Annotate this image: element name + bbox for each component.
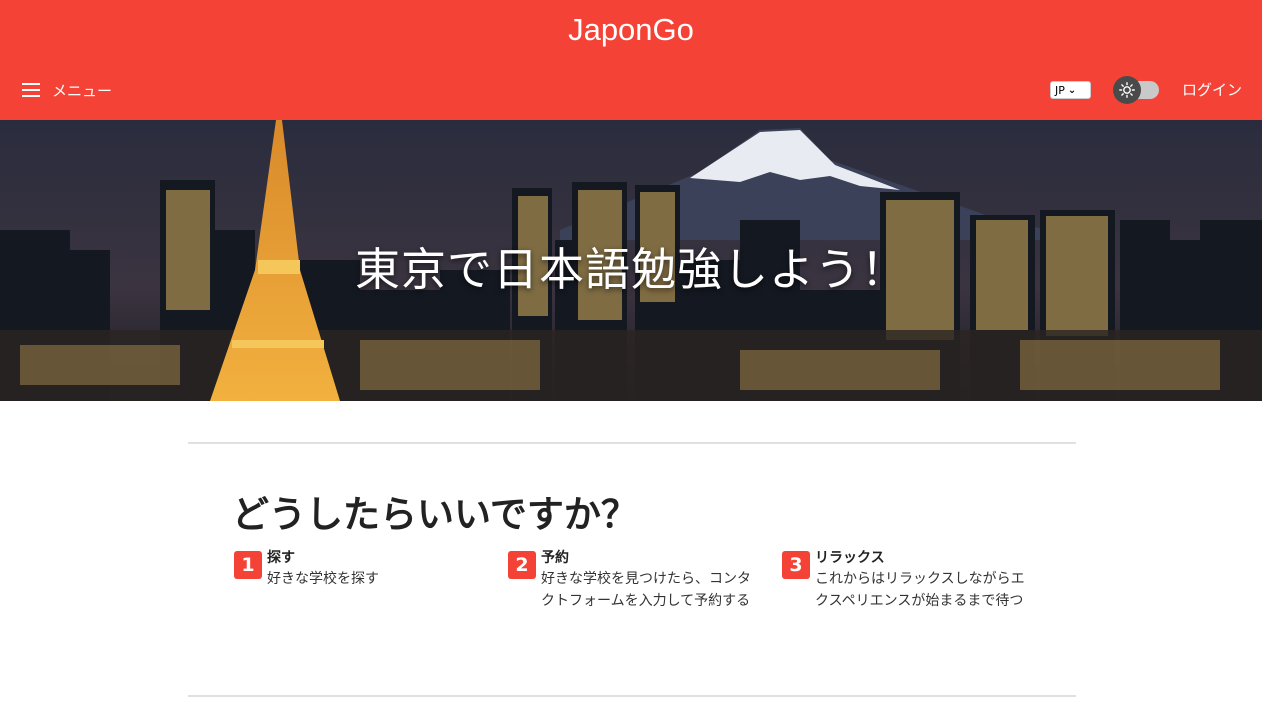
step-title: 探す: [267, 550, 295, 566]
how-it-works-title: どうしたらいいですか？: [232, 493, 638, 536]
menu-label: メニュー: [52, 81, 113, 100]
step-description: これからはリラックスしながらエクスペリエンスが始まるまで待つ: [815, 571, 1025, 609]
step-title: 予約: [541, 550, 569, 566]
language-value: JP: [1055, 83, 1065, 97]
hero-banner: 東京で日本語勉強しよう！: [0, 120, 1262, 401]
hamburger-icon: [22, 83, 40, 97]
sun-icon: [1119, 82, 1135, 98]
section-divider-top: [188, 442, 1076, 444]
step-description: 好きな学校を見つけたら、コンタクトフォームを入力して予約する: [541, 571, 751, 609]
brand-logo[interactable]: JaponGo: [0, 10, 1262, 50]
step-number-badge: 3: [782, 551, 810, 579]
toggle-knob: [1113, 76, 1141, 104]
language-select[interactable]: JP ⌄: [1050, 81, 1091, 99]
theme-toggle[interactable]: [1113, 76, 1161, 104]
step-number-badge: 2: [508, 551, 536, 579]
step-title: リラックス: [815, 550, 885, 566]
menu-button[interactable]: メニュー: [22, 78, 112, 102]
top-app-bar: JaponGo メニュー JP ⌄ ログイン: [0, 0, 1262, 120]
login-link[interactable]: ログイン: [1182, 79, 1242, 100]
step-description: 好きな学校を探す: [267, 571, 379, 587]
section-divider-bottom: [188, 695, 1076, 697]
hero-title: 東京で日本語勉強しよう！: [354, 243, 907, 296]
chevron-down-icon: ⌄: [1067, 84, 1077, 96]
step-number-badge: 1: [234, 551, 262, 579]
